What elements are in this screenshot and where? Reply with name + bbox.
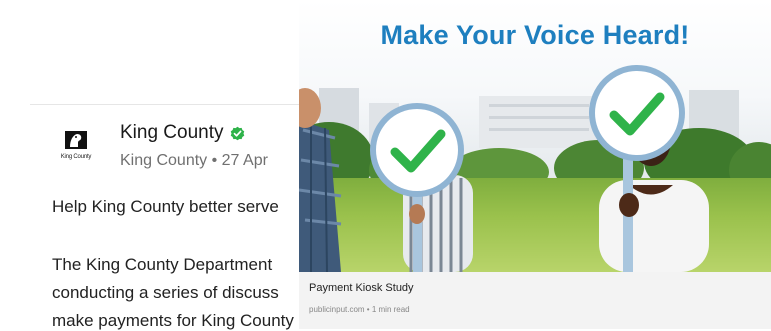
post-text-line: Help King County better serve xyxy=(52,197,279,216)
card-title[interactable]: Payment Kiosk Study xyxy=(309,282,414,294)
king-county-logo xyxy=(65,131,87,149)
verified-check-icon xyxy=(230,126,244,140)
divider xyxy=(30,104,330,105)
post-text-line: The King County Department xyxy=(52,255,273,274)
post-meta: King County • 27 Apr xyxy=(120,152,268,169)
banner-title: Make Your Voice Heard! xyxy=(380,20,690,50)
avatar[interactable]: King County xyxy=(56,128,96,168)
card-source: publicinput.com • 1 min read xyxy=(309,305,410,314)
link-preview-card[interactable]: Make Your Voice Heard! Payment Kiosk Stu… xyxy=(299,0,771,329)
logo-text: King County xyxy=(60,154,92,160)
card-image[interactable]: Make Your Voice Heard! xyxy=(299,0,771,272)
card-footer[interactable]: Payment Kiosk Study publicinput.com • 1 … xyxy=(299,272,771,329)
post-text-line: conducting a series of discuss xyxy=(52,283,279,302)
author-name[interactable]: King County xyxy=(120,122,245,144)
author-label: King County xyxy=(120,122,224,143)
